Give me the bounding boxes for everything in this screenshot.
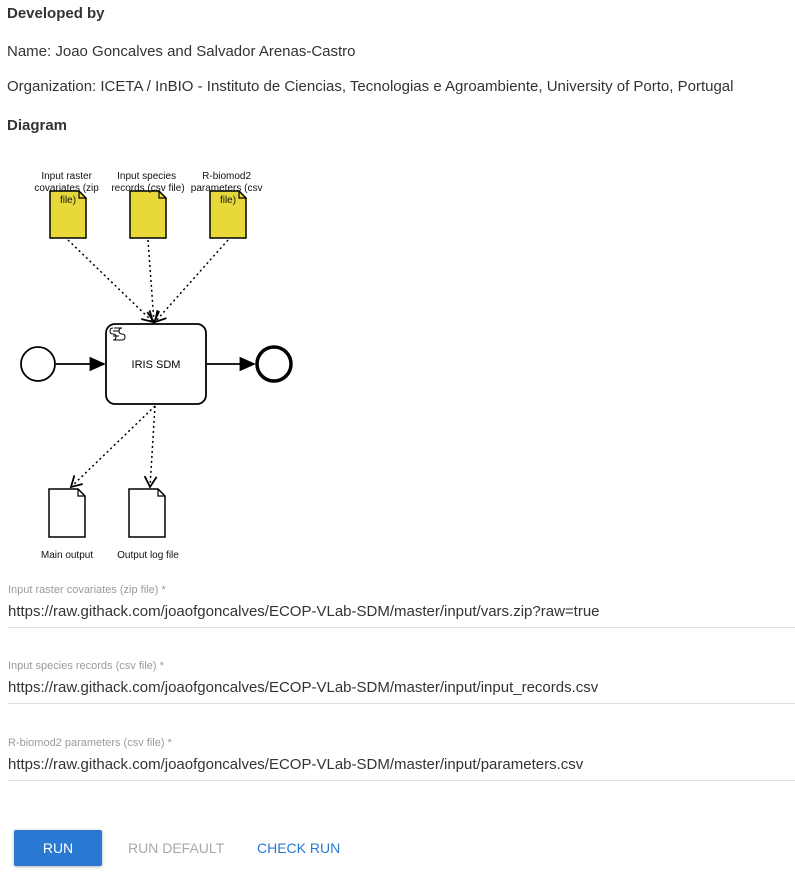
developer-names: Name: Joao Goncalves and Salvador Arenas… [7,43,356,60]
output-log-label: Output log file [117,550,179,561]
field-label: Input species records (csv file) * [8,660,164,672]
main-output-doc [48,488,86,538]
diagram-heading: Diagram [7,117,68,134]
field-raster-covariates: Input raster covariates (zip file) * [8,584,795,628]
run-button[interactable]: RUN [14,830,102,866]
run-default-button[interactable]: RUN DEFAULT [128,840,224,856]
field-label: Input raster covariates (zip file) * [8,584,166,596]
check-run-button[interactable]: CHECK RUN [257,840,340,856]
start-event [20,346,56,382]
field-biomod2-parameters: R-biomod2 parameters (csv file) * [8,737,795,781]
field-species-records: Input species records (csv file) * [8,660,795,704]
field-label: R-biomod2 parameters (csv file) * [8,737,172,749]
assoc-arrow [143,405,158,489]
input-species-doc [129,190,167,239]
field-underline [8,780,795,781]
assoc-arrow [69,405,156,489]
input-raster-label: Input raster covariates (zip file) [34,171,101,206]
field-underline [8,703,795,704]
main-output-label: Main output [41,550,93,561]
biomod2-parameters-input[interactable] [8,756,788,773]
assoc-arrow [146,239,161,324]
organization: Organization: ICETA / InBIO - Instituto … [7,78,734,95]
species-records-input[interactable] [8,679,788,696]
raster-covariates-input[interactable] [8,603,788,620]
field-underline [8,627,795,628]
developed-by-heading: Developed by [7,5,105,22]
workflow-diagram: Input raster covariates (zip file) Input… [20,171,293,561]
input-parameters-label: R-biomod2 parameters (csv file) [191,171,265,206]
output-log-doc [128,488,166,538]
task-label: IRIS SDM [132,359,181,371]
input-species-label: Input species records (csv file) [111,171,184,194]
assoc-arrow [67,239,155,324]
end-event [255,345,293,383]
assoc-arrow [153,239,229,324]
